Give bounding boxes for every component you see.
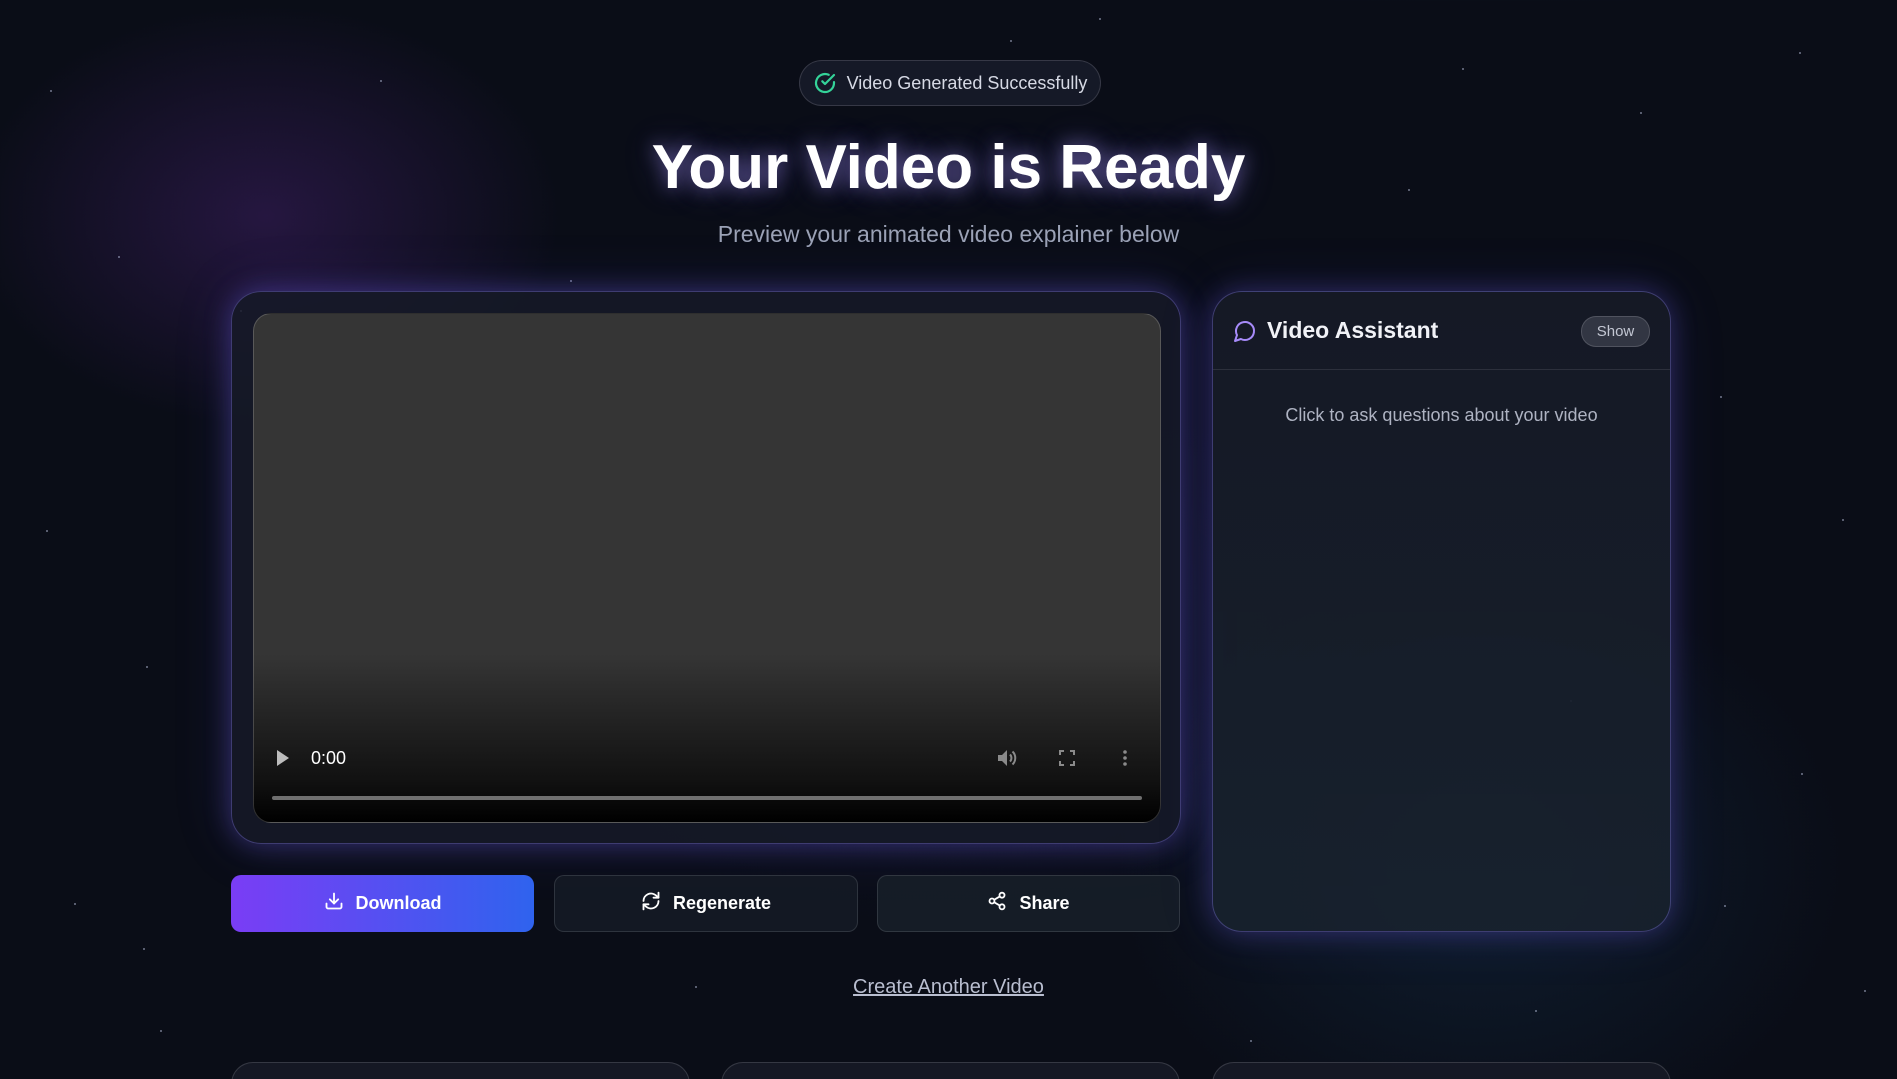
video-card: 0:00 [231,291,1181,844]
play-icon[interactable] [272,747,294,769]
info-card [1212,1062,1671,1079]
video-assistant-panel: Video Assistant Show Click to ask questi… [1212,291,1671,932]
refresh-icon [641,891,661,916]
status-badge: Video Generated Successfully [799,60,1101,106]
download-button[interactable]: Download [231,875,534,932]
show-assistant-button[interactable]: Show [1581,316,1650,347]
regenerate-label: Regenerate [672,893,772,913]
chat-bubble-icon [1233,319,1257,343]
download-icon [324,891,344,916]
page-title: Your Video is Ready [651,133,1246,202]
share-button[interactable]: Share [877,875,1180,932]
create-another-video-link[interactable]: Create Another Video [0,976,1897,999]
assistant-title: Video Assistant [1267,317,1439,343]
volume-icon[interactable] [994,746,1020,770]
more-options-icon[interactable] [1116,746,1134,770]
info-card [231,1062,690,1079]
assistant-header: Video Assistant Show [1213,292,1670,370]
share-label: Share [1019,893,1070,913]
page-subtitle: Preview your animated video explainer be… [717,221,1180,247]
assistant-hint[interactable]: Click to ask questions about your video [1213,405,1670,426]
status-badge-label: Video Generated Successfully [846,72,1088,93]
check-circle-icon [813,71,837,95]
video-player[interactable]: 0:00 [253,313,1161,823]
download-label: Download [355,893,442,913]
info-card [721,1062,1180,1079]
regenerate-button[interactable]: Regenerate [554,875,858,932]
progress-bar[interactable] [272,796,1142,800]
share-icon [987,891,1007,916]
current-time-label: 0:00 [311,748,347,768]
fullscreen-icon[interactable] [1055,746,1079,770]
